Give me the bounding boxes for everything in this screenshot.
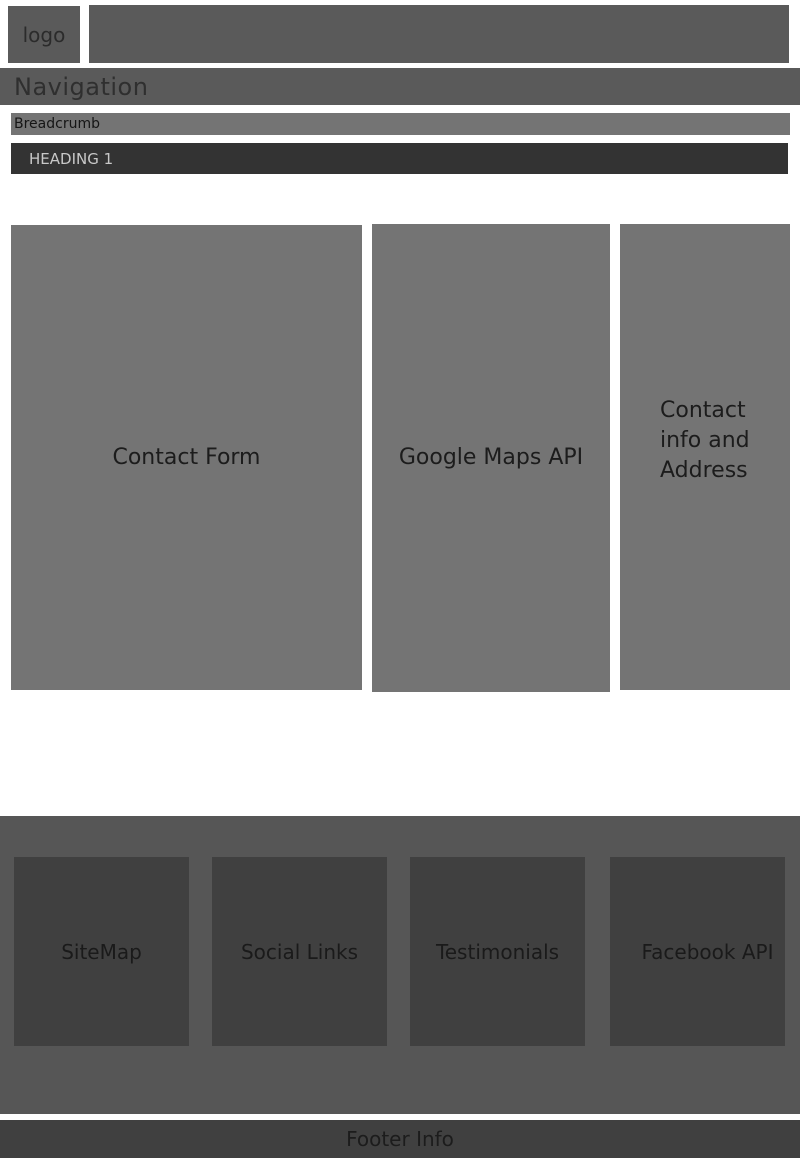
footer-social-links[interactable]: Social Links (212, 857, 387, 1046)
footer-testimonials-label: Testimonials (435, 939, 560, 964)
page-heading-label: HEADING 1 (29, 149, 114, 168)
footer-testimonials[interactable]: Testimonials (410, 857, 585, 1046)
footer-info-label: Footer Info (346, 1127, 454, 1151)
footer-facebook[interactable]: Facebook API (610, 857, 785, 1046)
google-maps-panel[interactable]: Google Maps API (372, 224, 610, 692)
footer-sitemap[interactable]: SiteMap (14, 857, 189, 1046)
logo-label: logo (22, 22, 66, 47)
footer-info: Footer Info (0, 1120, 800, 1158)
contact-form-label: Contact Form (112, 444, 261, 470)
contact-info-panel: Contact info and Address (620, 224, 790, 690)
navigation-label: Navigation (14, 72, 149, 101)
google-maps-label: Google Maps API (398, 445, 584, 471)
navigation-bar[interactable]: Navigation (0, 68, 800, 105)
footer-sitemap-label: SiteMap (61, 939, 142, 964)
breadcrumb[interactable]: Breadcrumb (11, 113, 790, 135)
footer-facebook-label: Facebook API (641, 939, 774, 964)
header-banner (89, 5, 789, 63)
breadcrumb-label: Breadcrumb (14, 116, 100, 132)
page-heading: HEADING 1 (11, 143, 788, 174)
contact-form-panel[interactable]: Contact Form (11, 225, 362, 690)
logo[interactable]: logo (8, 6, 80, 63)
contact-info-label: Contact info and Address (660, 398, 750, 483)
footer-social-links-label: Social Links (240, 939, 359, 964)
